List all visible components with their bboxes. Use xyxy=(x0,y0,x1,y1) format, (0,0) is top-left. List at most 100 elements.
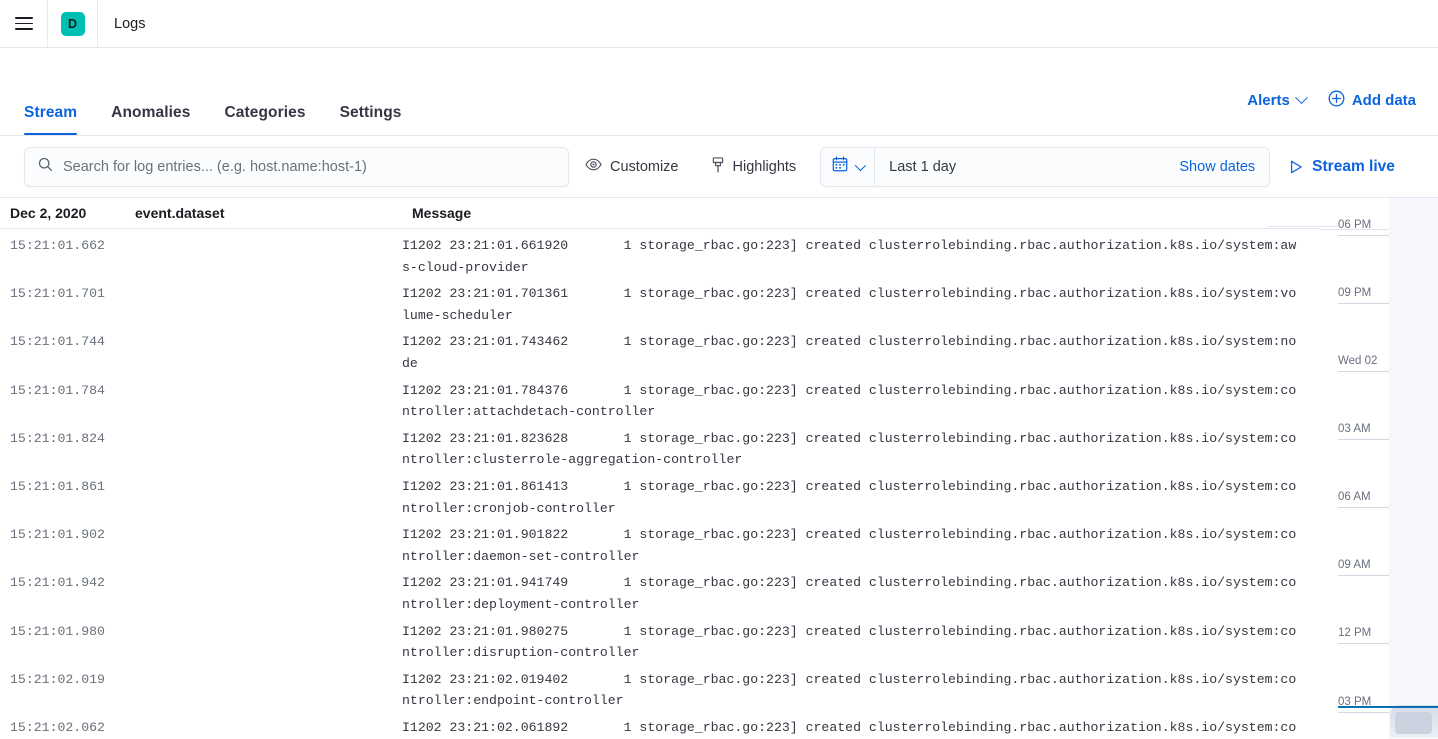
breadcrumb[interactable]: Logs xyxy=(98,0,161,47)
calendar-icon xyxy=(832,156,848,177)
minimap-tick-label: Wed 02 xyxy=(1320,354,1389,368)
chevron-down-icon xyxy=(1295,91,1308,104)
highlights-label: Highlights xyxy=(733,159,797,175)
logs-content: Dec 2, 2020 event.dataset Message 15:21:… xyxy=(0,198,1438,739)
log-dataset xyxy=(125,476,402,519)
minimap-tick: 06 AM xyxy=(1320,490,1389,508)
log-minimap[interactable]: 06 PM09 PMWed 0203 AM06 AM09 AM12 PM03 P… xyxy=(1320,198,1438,739)
column-header-timestamp: Dec 2, 2020 xyxy=(10,205,135,221)
alerts-label: Alerts xyxy=(1247,92,1290,109)
alerts-dropdown-button[interactable]: Alerts xyxy=(1247,92,1306,109)
log-stream-pane[interactable]: Dec 2, 2020 event.dataset Message 15:21:… xyxy=(0,198,1320,739)
log-message: I1202 23:21:01.980275 1 storage_rbac.go:… xyxy=(402,621,1320,664)
log-timestamp: 15:21:01.701 xyxy=(0,283,125,326)
tab-settings[interactable]: Settings xyxy=(340,104,402,135)
table-row[interactable]: 15:21:01.744I1202 23:21:01.743462 1 stor… xyxy=(0,329,1320,377)
minimap-tick-label: 03 PM xyxy=(1320,695,1389,709)
log-row-list: 15:21:01.662 I1202 23:21:01.661920 1 stor… xyxy=(0,229,1320,739)
tab-list: Stream Anomalies Categories Settings xyxy=(24,48,402,135)
log-timestamp: 15:21:01.744 xyxy=(0,331,125,374)
minimap-tick: 09 PM xyxy=(1320,286,1389,304)
tab-categories[interactable]: Categories xyxy=(224,104,305,135)
tab-stream[interactable]: Stream xyxy=(24,104,77,135)
minimap-tick-line xyxy=(1338,507,1389,508)
table-row[interactable]: 15:21:01.942I1202 23:21:01.941749 1 stor… xyxy=(0,570,1320,618)
log-dataset xyxy=(125,621,402,664)
log-dataset xyxy=(125,669,402,712)
stream-live-button[interactable]: Stream live xyxy=(1290,158,1395,176)
minimap-tick-line xyxy=(1338,439,1389,440)
table-row[interactable]: 15:21:01.824I1202 23:21:01.823628 1 stor… xyxy=(0,426,1320,474)
log-timestamp: 15:21:02.062 xyxy=(0,717,125,739)
log-timestamp: 15:21:01.980 xyxy=(0,621,125,664)
log-timestamp: 15:21:01.662 xyxy=(0,235,125,278)
log-message: I1202 23:21:01.661920 1 storage_rbac.go:… xyxy=(402,235,1320,278)
chevron-down-icon xyxy=(855,159,866,170)
minimap-tick-line xyxy=(1338,575,1389,576)
brush-icon xyxy=(711,157,725,177)
table-row[interactable]: 15:21:01.701 I1202 23:21:01.701361 1 stor… xyxy=(0,281,1320,329)
minimap-tick-label: 03 AM xyxy=(1320,422,1389,436)
log-message: I1202 23:21:01.901822 1 storage_rbac.go:… xyxy=(402,524,1320,567)
column-header-message: Message xyxy=(412,205,1320,221)
table-row[interactable]: 15:21:02.019 I1202 23:21:02.019402 1 stor… xyxy=(0,667,1320,715)
log-dataset xyxy=(125,428,402,471)
avatar: D xyxy=(61,12,85,36)
table-row[interactable]: 15:21:01.861 I1202 23:21:01.861413 1 stor… xyxy=(0,474,1320,522)
minimap-tick-line xyxy=(1338,643,1389,644)
log-message: I1202 23:21:01.701361 1 storage_rbac.go:… xyxy=(402,283,1320,326)
header-actions: Alerts Add data xyxy=(1247,90,1416,135)
customize-label: Customize xyxy=(610,159,679,175)
eye-icon xyxy=(585,158,602,175)
log-timestamp: 15:21:01.902 xyxy=(0,524,125,567)
minimap-lead-line xyxy=(1268,226,1338,227)
log-dataset xyxy=(125,283,402,326)
minimap-tick: 03 AM xyxy=(1320,422,1389,440)
minimap-tick-label: 06 PM xyxy=(1320,218,1389,232)
table-row[interactable]: 15:21:01.980 I1202 23:21:01.980275 1 stor… xyxy=(0,619,1320,667)
stream-live-label: Stream live xyxy=(1312,158,1395,176)
log-dataset xyxy=(125,380,402,423)
date-range-picker: Last 1 day Show dates xyxy=(820,147,1270,187)
minimap-tick: 03 PM xyxy=(1320,695,1389,713)
table-row[interactable]: 15:21:01.784I1202 23:21:01.784376 1 stor… xyxy=(0,378,1320,426)
date-range-value[interactable]: Last 1 day xyxy=(875,159,1165,175)
calendar-quick-select-button[interactable] xyxy=(821,148,875,186)
log-dataset xyxy=(125,572,402,615)
customize-button[interactable]: Customize xyxy=(569,147,695,187)
log-timestamp: 15:21:01.784 xyxy=(0,380,125,423)
minimap-scroll-thumb[interactable] xyxy=(1395,712,1432,734)
log-dataset xyxy=(125,235,402,278)
log-message: I1202 23:21:01.861413 1 storage_rbac.go:… xyxy=(402,476,1320,519)
log-column-headers: Dec 2, 2020 event.dataset Message xyxy=(0,198,1320,229)
global-header: D Logs xyxy=(0,0,1438,48)
space-avatar-button[interactable]: D xyxy=(48,0,98,47)
table-row[interactable]: 15:21:01.902 I1202 23:21:01.901822 1 stor… xyxy=(0,522,1320,570)
page-header: Stream Anomalies Categories Settings Ale… xyxy=(0,48,1438,136)
play-icon xyxy=(1290,160,1303,174)
add-data-button[interactable]: Add data xyxy=(1328,90,1416,111)
logs-toolbar: Customize Highlights Last 1 day Show dat… xyxy=(0,136,1438,198)
minimap-tick-label: 06 AM xyxy=(1320,490,1389,504)
log-message: I1202 23:21:02.019402 1 storage_rbac.go:… xyxy=(402,669,1320,712)
table-row[interactable]: 15:21:01.662 I1202 23:21:01.661920 1 stor… xyxy=(0,233,1320,281)
hamburger-icon[interactable] xyxy=(15,17,33,30)
log-timestamp: 15:21:02.019 xyxy=(0,669,125,712)
log-timestamp: 15:21:01.824 xyxy=(0,428,125,471)
log-message: I1202 23:21:01.941749 1 storage_rbac.go:… xyxy=(402,572,1320,615)
show-dates-button[interactable]: Show dates xyxy=(1165,159,1269,175)
search-input[interactable] xyxy=(63,159,555,175)
log-dataset xyxy=(125,524,402,567)
log-message: I1202 23:21:02.061892 1 storage_rbac.go:… xyxy=(402,717,1320,739)
tab-anomalies[interactable]: Anomalies xyxy=(111,104,190,135)
log-timestamp: 15:21:01.861 xyxy=(0,476,125,519)
minimap-tick-line xyxy=(1338,303,1389,304)
minimap-band xyxy=(1389,198,1438,739)
highlights-button[interactable]: Highlights xyxy=(695,147,813,187)
minimap-tick-line xyxy=(1338,235,1389,236)
search-box[interactable] xyxy=(24,147,569,187)
table-row[interactable]: 15:21:02.062 I1202 23:21:02.061892 1 stor… xyxy=(0,715,1320,739)
minimap-tick: 06 PM xyxy=(1320,218,1389,236)
menu-toggle-button[interactable] xyxy=(0,0,48,47)
search-icon xyxy=(38,157,53,177)
